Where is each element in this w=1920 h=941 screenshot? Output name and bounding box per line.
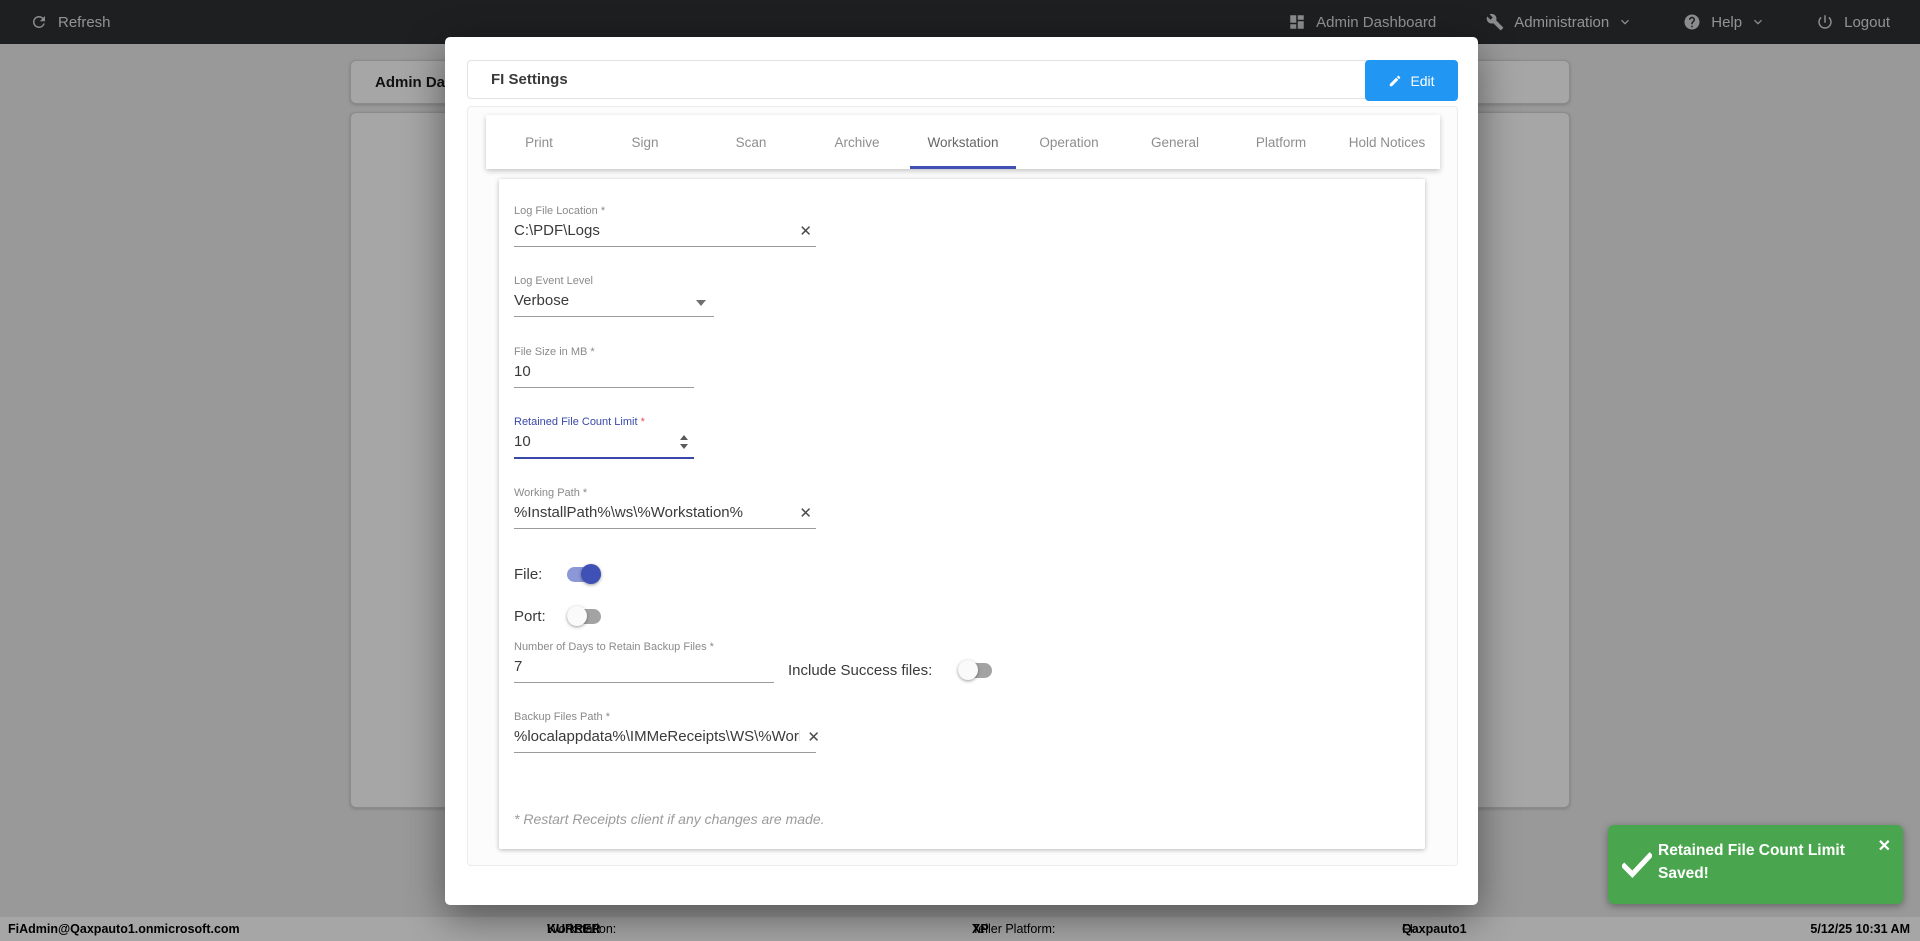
file-size-field: File Size in MB *	[514, 346, 694, 388]
file-toggle[interactable]	[567, 564, 601, 584]
days-to-retain-label: Number of Days to Retain Backup Files *	[514, 641, 714, 653]
port-toggle-row: Port:	[514, 603, 601, 629]
settings-tab-panel: Print Sign Scan Archive Workstation Oper…	[467, 106, 1458, 866]
toast-close-icon[interactable]: ✕	[1878, 839, 1891, 855]
tab-sign[interactable]: Sign	[592, 115, 698, 169]
log-event-level-label: Log Event Level	[514, 275, 593, 287]
include-success-toggle[interactable]	[958, 660, 993, 680]
checkmark-icon	[1622, 852, 1652, 878]
clear-icon[interactable]: ✕	[799, 506, 812, 521]
clear-icon[interactable]: ✕	[807, 730, 820, 745]
dialog-title: FI Settings	[491, 71, 568, 88]
working-path-field: Working Path * ✕	[514, 487, 816, 529]
workstation-settings-form: Log File Location * ✕ Log Event Level Ve…	[499, 179, 1425, 849]
fi-settings-dialog: FI Settings Edit Print Sign Scan Archive…	[445, 37, 1478, 905]
clear-icon[interactable]: ✕	[799, 224, 812, 239]
tab-workstation[interactable]: Workstation	[910, 115, 1016, 169]
log-file-location-label: Log File Location *	[514, 205, 606, 217]
toast-message-line1: Retained File Count Limit	[1658, 842, 1845, 859]
port-toggle-label: Port:	[514, 607, 546, 625]
retained-file-count-input[interactable]	[514, 433, 694, 459]
dropdown-arrow-icon	[696, 300, 706, 306]
success-toast: Retained File Count Limit Saved! ✕	[1608, 825, 1903, 904]
tab-platform[interactable]: Platform	[1228, 115, 1334, 169]
port-toggle[interactable]	[567, 606, 601, 626]
backup-files-path-field: Backup Files Path * ✕	[514, 711, 820, 753]
toast-message: Retained File Count Limit Saved!	[1658, 839, 1858, 885]
file-toggle-label: File:	[514, 565, 543, 583]
edit-button[interactable]: Edit	[1365, 60, 1458, 101]
file-size-input[interactable]	[514, 363, 694, 388]
tab-archive[interactable]: Archive	[804, 115, 910, 169]
include-success-row: Include Success files:	[788, 657, 993, 683]
tab-print[interactable]: Print	[486, 115, 592, 169]
pencil-icon	[1390, 75, 1401, 86]
days-to-retain-field: Number of Days to Retain Backup Files *	[514, 641, 774, 683]
working-path-input[interactable]	[514, 504, 816, 529]
file-size-label: File Size in MB *	[514, 346, 595, 358]
file-toggle-row: File:	[514, 561, 601, 587]
include-success-label: Include Success files:	[788, 661, 933, 679]
tabs-bar: Print Sign Scan Archive Workstation Oper…	[486, 115, 1440, 169]
tab-hold-notices[interactable]: Hold Notices	[1334, 115, 1440, 169]
number-spinner[interactable]	[680, 435, 690, 451]
dialog-header: FI Settings Edit	[467, 60, 1458, 101]
tab-general[interactable]: General	[1122, 115, 1228, 169]
days-to-retain-input[interactable]	[514, 658, 774, 683]
tab-scan[interactable]: Scan	[698, 115, 804, 169]
restart-note: * Restart Receipts client if any changes…	[514, 811, 825, 827]
toggle-thumb	[567, 606, 587, 626]
toggle-thumb	[581, 564, 601, 584]
log-file-location-field: Log File Location * ✕	[514, 205, 816, 247]
log-file-location-input[interactable]	[514, 222, 816, 247]
edit-button-label: Edit	[1410, 72, 1435, 89]
spinner-up-icon[interactable]	[680, 435, 688, 440]
backup-files-path-input[interactable]	[514, 728, 816, 753]
retained-file-count-label: Retained File Count Limit *	[514, 416, 645, 428]
required-mark: *	[640, 416, 645, 428]
log-event-level-select[interactable]: Verbose	[514, 292, 714, 317]
spinner-down-icon[interactable]	[680, 444, 688, 449]
log-event-level-field: Log Event Level Verbose	[514, 275, 714, 317]
toast-message-line2: Saved!	[1658, 865, 1709, 882]
tab-operation[interactable]: Operation	[1016, 115, 1122, 169]
retained-file-count-field: Retained File Count Limit *	[514, 416, 694, 459]
working-path-label: Working Path *	[514, 487, 588, 499]
backup-files-path-label: Backup Files Path *	[514, 711, 610, 723]
